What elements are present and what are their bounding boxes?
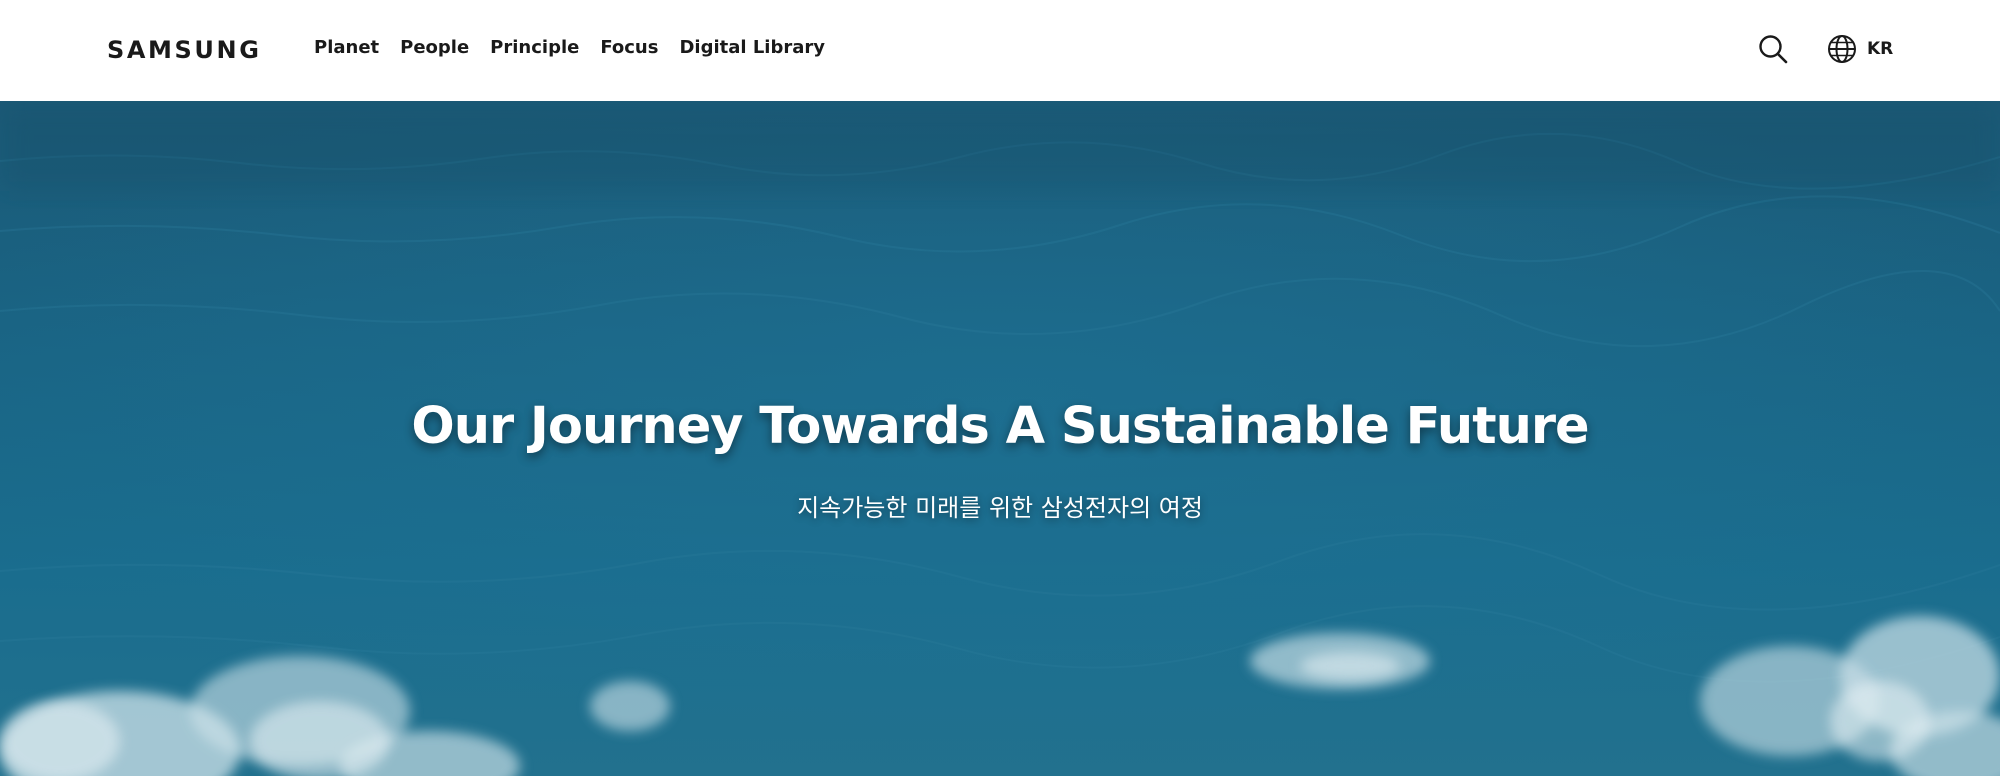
language-label: KR	[1867, 39, 1894, 59]
hero-subtitle: 지속가능한 미래를 위한 삼성전자의 여정	[797, 494, 1203, 522]
nav-item-planet[interactable]: Planet	[314, 37, 379, 58]
language-selector[interactable]: KR	[1827, 33, 1893, 65]
nav-item-principle[interactable]: Principle	[490, 37, 579, 58]
search-icon	[1759, 35, 1788, 64]
search-button[interactable]	[1757, 33, 1789, 65]
main-nav: Planet People Principle Focus Digital Li…	[314, 37, 846, 58]
hero-title: Our Journey Towards A Sustainable Future	[411, 397, 1589, 456]
hero-banner: Our Journey Towards A Sustainable Future…	[0, 101, 2000, 776]
samsung-logo[interactable]: SAMSUNG	[107, 36, 262, 64]
nav-item-focus[interactable]: Focus	[600, 37, 658, 58]
site-header: SAMSUNG Planet People Principle Focus Di…	[0, 0, 2000, 101]
nav-item-people[interactable]: People	[400, 37, 469, 58]
globe-icon	[1828, 35, 1856, 63]
nav-item-digital-library[interactable]: Digital Library	[679, 37, 825, 58]
